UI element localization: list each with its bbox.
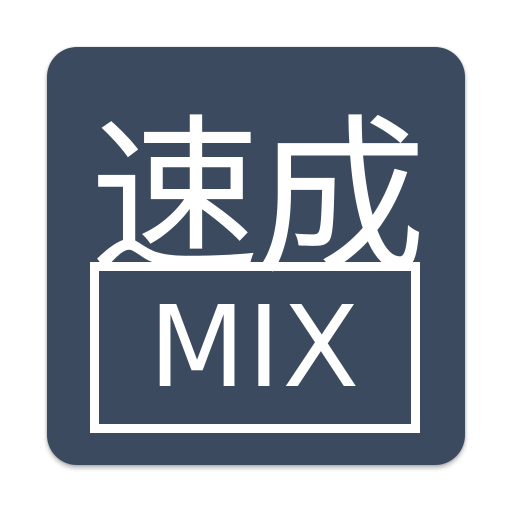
canvas: 速成 MIX (0, 0, 512, 512)
app-icon[interactable]: 速成 MIX (47, 47, 465, 465)
label-frame: MIX (90, 262, 420, 433)
icon-label: MIX (148, 282, 362, 413)
